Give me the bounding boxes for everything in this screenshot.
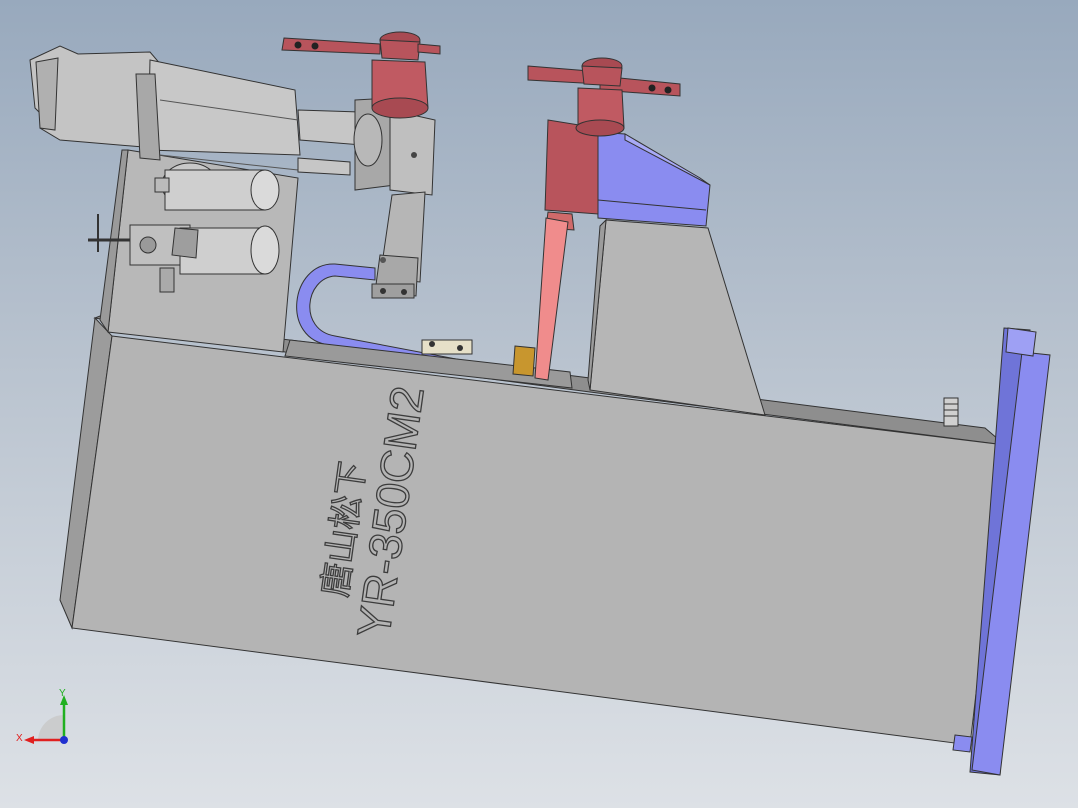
coordinate-triad (24, 695, 68, 744)
insulator-block (595, 131, 711, 227)
lower-electrode-rod (534, 217, 569, 381)
base-plate-foot (952, 734, 973, 753)
pedestal-front (589, 219, 766, 416)
triad-x-label: X (16, 733, 23, 744)
welder-3d-model[interactable]: 唐山松下 YR-350CM2 (0, 0, 1078, 808)
top-bolt (943, 397, 959, 427)
triad-y-label: Y (59, 688, 66, 699)
piston-rod-lower (297, 157, 351, 176)
contact-block (512, 345, 536, 377)
pressure-regulator-upper (154, 162, 280, 211)
lower-electrode-holder (544, 119, 599, 231)
air-cylinder (29, 45, 301, 171)
z-axis-marker (60, 736, 68, 744)
cad-viewport[interactable]: 唐山松下 YR-350CM2 Y X (0, 0, 1078, 808)
housing-front-face (71, 335, 1006, 746)
shunt-clamp (421, 339, 473, 355)
base-plate-rail (1005, 327, 1037, 357)
piston-rod-upper (297, 109, 363, 146)
